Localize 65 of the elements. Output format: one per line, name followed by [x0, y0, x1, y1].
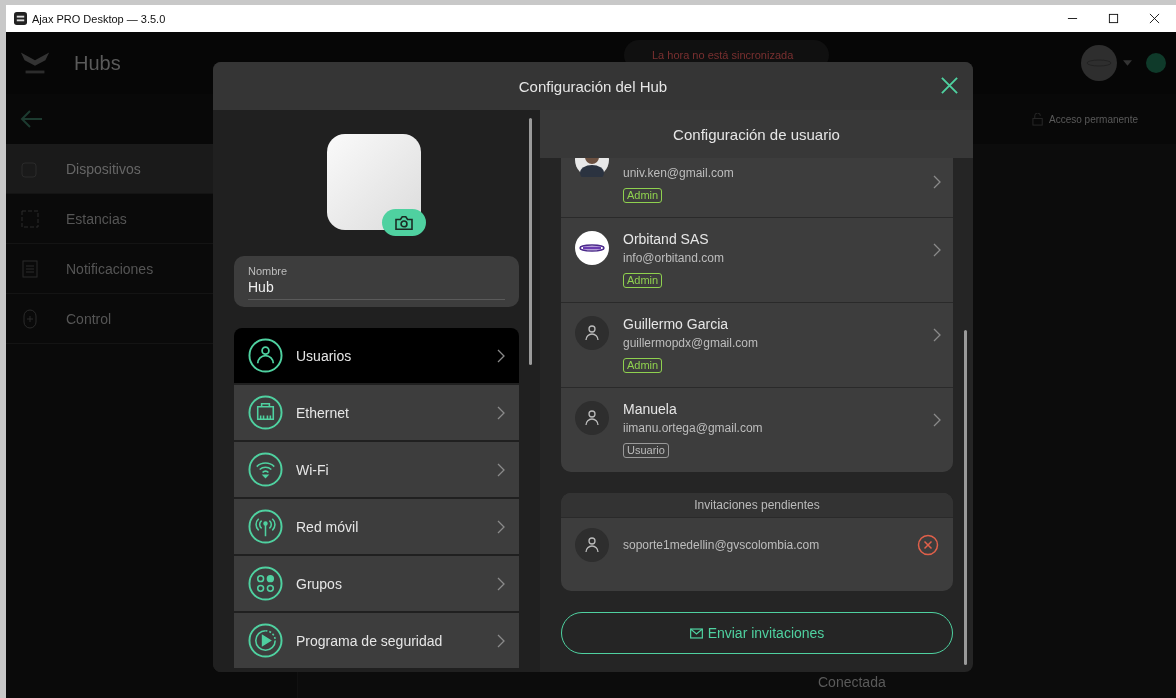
window-title: Ajax PRO Desktop — 3.5.0	[32, 12, 166, 25]
menu-item[interactable]: Ethernet	[234, 385, 519, 440]
chevron-icon	[933, 328, 941, 342]
chevron-icon	[497, 462, 505, 477]
menu-item[interactable]: Wi-Fi	[234, 442, 519, 497]
plus-icon	[20, 308, 40, 329]
send-invitations-button[interactable]: Enviar invitaciones	[561, 612, 953, 654]
user-name: Guillermo Garcia	[623, 316, 729, 333]
role-badge: Usuario	[623, 443, 669, 458]
user-icon	[575, 316, 609, 350]
name-field[interactable]: Nombre Hub	[234, 256, 519, 307]
role-badge: Admin	[623, 273, 663, 288]
wifi-icon	[248, 452, 283, 487]
user-icon	[575, 401, 609, 435]
camera-button[interactable]	[381, 209, 426, 236]
chevron-icon	[497, 348, 505, 363]
chevron-icon	[497, 633, 505, 648]
dialog-title: Configuración del Hub	[518, 77, 668, 95]
invite-email: soporte1medellin@gvscolombia.com	[623, 538, 821, 552]
remove-icon[interactable]	[917, 534, 939, 556]
chevron-icon	[933, 175, 941, 189]
panel-title: Configuración de usuario	[673, 125, 840, 143]
chevron-icon	[497, 519, 505, 534]
role-badge: Admin	[623, 188, 663, 203]
user-email: iimanu.ortega@gmail.com	[623, 420, 763, 436]
lock-icon	[1032, 112, 1046, 126]
app-icon	[14, 12, 27, 25]
user-row[interactable]: univ.ken@gmail.com Admin	[561, 158, 953, 217]
camera-icon	[393, 214, 414, 231]
header-title: Hubs	[74, 51, 121, 75]
room-icon	[20, 208, 40, 229]
user-icon	[248, 338, 283, 373]
mail-icon	[689, 627, 703, 639]
user-row[interactable]: Orbitand SAS info@orbitand.com Admin	[561, 218, 953, 302]
status-label: Conectada	[818, 674, 886, 690]
groups-icon	[248, 566, 283, 601]
user-row[interactable]: Manuela iimanu.ortega@gmail.com Usuario	[561, 388, 953, 472]
scrollbar[interactable]	[529, 118, 532, 365]
user-email: guillermopdx@gmail.com	[623, 335, 758, 351]
section-title: Invitaciones pendientes	[694, 498, 820, 512]
status-dot-icon	[1146, 53, 1166, 73]
chevron-icon	[933, 413, 941, 427]
user-email: univ.ken@gmail.com	[623, 165, 734, 181]
menu-item[interactable]: Red móvil	[234, 499, 519, 554]
user-name: Orbitand SAS	[623, 231, 709, 248]
chevron-icon	[497, 576, 505, 591]
ethernet-icon	[248, 395, 283, 430]
user-row[interactable]: Guillermo Garcia guillermopdx@gmail.com Admin	[561, 303, 953, 387]
user-name: Manuela	[623, 401, 677, 418]
maximize-button[interactable]	[1108, 13, 1119, 24]
role-badge: Admin	[623, 358, 663, 373]
close-icon[interactable]	[940, 76, 959, 95]
play-icon	[248, 623, 283, 658]
menu-item[interactable]: Programa de seguridad	[234, 613, 519, 668]
user-icon	[575, 528, 609, 562]
menu-item[interactable]: Grupos	[234, 556, 519, 611]
company-logo-icon	[575, 231, 609, 265]
chevron-icon	[497, 405, 505, 420]
scrollbar[interactable]	[964, 330, 967, 665]
user-email: info@orbitand.com	[623, 250, 724, 266]
access-label: Acceso permanente	[1032, 112, 1138, 126]
chevron-icon	[933, 243, 941, 257]
antenna-icon	[248, 509, 283, 544]
menu-item[interactable]: Usuarios	[234, 328, 519, 383]
close-button[interactable]	[1149, 13, 1160, 24]
